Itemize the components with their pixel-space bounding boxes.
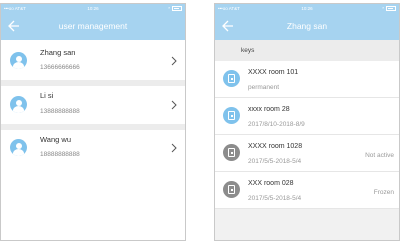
row-divider (215, 208, 399, 209)
lock-icon (223, 144, 240, 161)
bluetooth-icon: * (168, 5, 170, 11)
status-icons: * (168, 5, 182, 11)
clock: 10:26 (87, 6, 99, 11)
keys-section-header: keys (215, 40, 399, 61)
user-avatar-icon (10, 52, 27, 69)
key-row[interactable]: XXXX room 101 permanent (215, 61, 399, 97)
user-row[interactable]: Li si 13888888888 (1, 87, 185, 121)
key-name: XXX room 028 (248, 180, 294, 187)
user-avatar-icon (10, 139, 27, 156)
user-management-screen: •••oo AT&T 10:26 * user management Zhang… (0, 3, 186, 241)
key-status: Not active (365, 152, 394, 159)
user-row[interactable]: Wang wu 18888888888 (1, 130, 185, 164)
user-name: Wang wu (40, 135, 71, 144)
user-name: Zhang san (40, 48, 76, 57)
user-avatar-icon (10, 96, 27, 113)
battery-icon (386, 5, 396, 11)
user-phone: 13666666666 (40, 64, 80, 71)
user-phone: 18888888888 (40, 151, 80, 158)
page-title: Zhang san (286, 21, 328, 31)
key-list: keys XXXX room 101 permanent xxxx room 2… (215, 40, 399, 240)
battery-icon (172, 5, 182, 11)
lock-icon (223, 181, 240, 198)
key-row[interactable]: XXXX room 1028 2017/5/5-2018-5/4 Not act… (215, 135, 399, 171)
clock: 10:26 (301, 6, 313, 11)
chevron-right-icon (171, 56, 177, 66)
lock-icon (223, 70, 240, 87)
bluetooth-icon: * (382, 5, 384, 11)
key-row[interactable]: XXX room 028 2017/5/5-2018-5/4 Frozen (215, 172, 399, 208)
key-validity: 2017/5/5-2018-5/4 (248, 195, 302, 202)
user-phone: 13888888888 (40, 108, 80, 115)
nav-bar: Zhang san (215, 13, 399, 40)
page-title: user management (58, 21, 128, 31)
key-validity: 2017/5/5-2018-5/4 (248, 158, 302, 165)
user-row[interactable]: Zhang san 13666666666 (1, 44, 185, 78)
chevron-right-icon (171, 143, 177, 153)
status-icons: * (382, 5, 396, 11)
nav-bar: user management (1, 13, 185, 40)
key-validity: permanent (248, 84, 280, 91)
key-name: XXXX room 1028 (248, 143, 303, 150)
key-status: Frozen (373, 189, 394, 196)
lock-icon (223, 107, 240, 124)
user-name: Li si (40, 91, 54, 100)
keys-section-label: keys (241, 47, 255, 54)
status-bar: •••oo AT&T 10:26 * (215, 4, 399, 13)
chevron-right-icon (171, 100, 177, 110)
key-name: XXXX room 101 (248, 69, 299, 76)
section-separator (1, 80, 185, 86)
user-keys-screen: •••oo AT&T 10:26 * Zhang san keys XXXX r… (214, 3, 400, 241)
key-validity: 2017/8/10-2018-8/9 (248, 121, 305, 128)
key-row[interactable]: xxxx room 28 2017/8/10-2018-8/9 (215, 98, 399, 134)
key-name: xxxx room 28 (248, 106, 290, 113)
user-list: Zhang san 13666666666 Li si 13888888888 … (1, 40, 185, 240)
status-bar: •••oo AT&T 10:26 * (1, 4, 185, 13)
